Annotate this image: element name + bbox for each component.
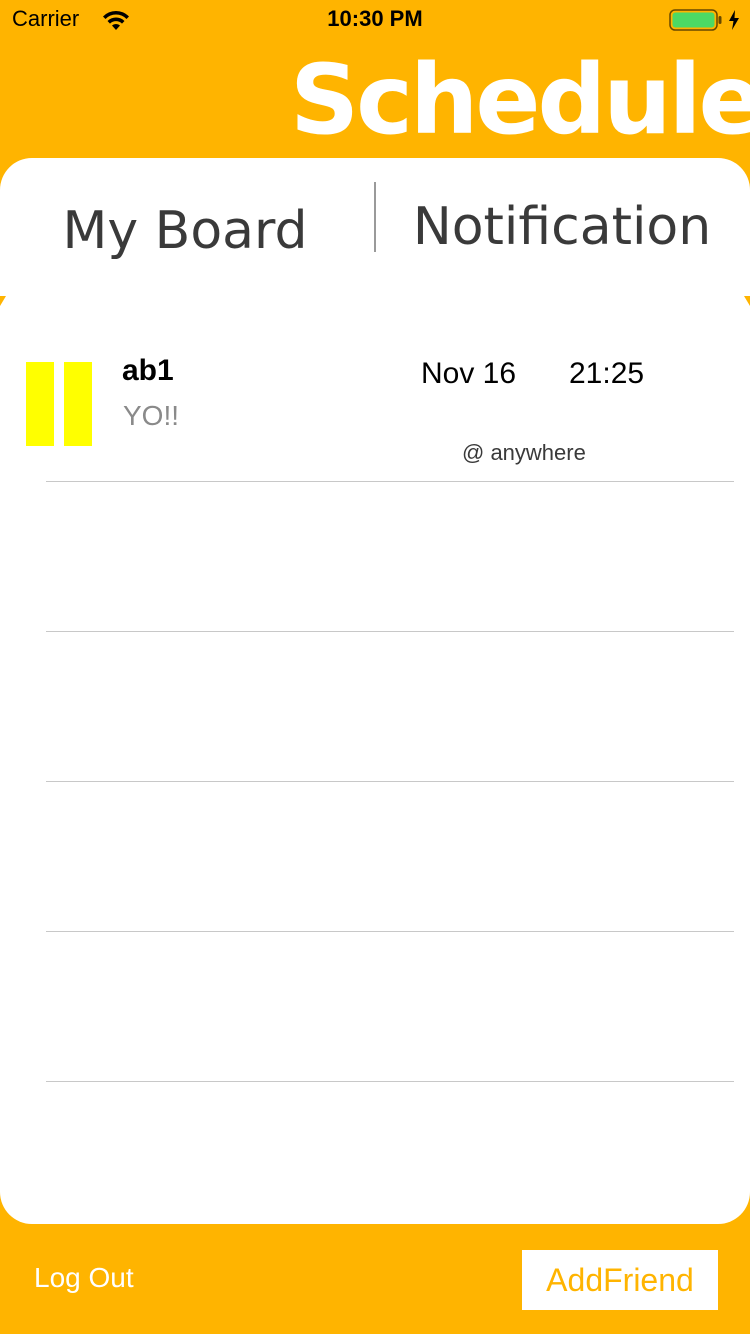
item-location: @ anywhere <box>462 440 586 465</box>
list-item[interactable] <box>0 330 750 480</box>
item-date: Nov 16 <box>421 357 517 390</box>
item-title: ab1 <box>122 354 174 387</box>
status-bar: Carrier 10:30 PM <box>0 0 750 40</box>
empty-row[interactable] <box>0 632 750 782</box>
tab-my-board[interactable]: My Board <box>40 198 330 264</box>
tab-divider <box>374 182 376 252</box>
charging-icon <box>728 9 740 31</box>
battery-icon <box>669 9 723 31</box>
item-message: YO!! <box>123 400 180 431</box>
item-marker-bar <box>64 362 92 446</box>
clock-time: 10:30 PM <box>327 6 423 31</box>
add-friend-button[interactable]: AddFriend <box>522 1250 718 1310</box>
tab-notification[interactable]: Notification <box>400 194 724 260</box>
empty-row[interactable] <box>0 932 750 1082</box>
row-separator <box>46 1081 734 1082</box>
logout-button[interactable]: Log Out <box>34 1262 134 1294</box>
item-time: 21:25 <box>569 357 645 390</box>
page-title: Schedule <box>290 44 750 156</box>
item-marker-bar <box>26 362 54 446</box>
empty-row[interactable] <box>0 482 750 632</box>
empty-row[interactable] <box>0 782 750 932</box>
